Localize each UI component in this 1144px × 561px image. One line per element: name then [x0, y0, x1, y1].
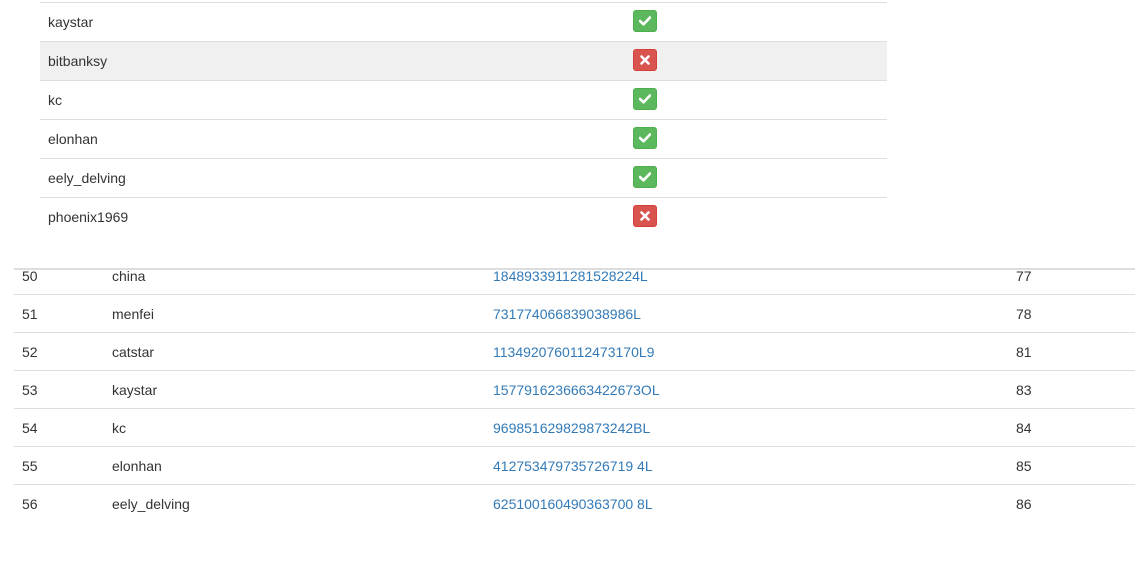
- username-cell: phoenix1969: [48, 209, 129, 225]
- status-table: kaystar bitbanksy kc elonhan eely_delvin…: [40, 2, 887, 236]
- value-cell: 77: [1016, 268, 1032, 284]
- username-cell: eely_delving: [48, 170, 126, 186]
- table-row: phoenix1969: [40, 197, 887, 236]
- index-cell: 56: [22, 496, 38, 512]
- name-cell: kc: [112, 420, 126, 436]
- id-link[interactable]: 1848933911281528224L: [493, 268, 648, 284]
- table-row: elonhan: [40, 119, 887, 158]
- index-cell: 51: [22, 306, 38, 322]
- index-cell: 53: [22, 382, 38, 398]
- table-row: eely_delving: [40, 158, 887, 197]
- name-cell: catstar: [112, 344, 155, 360]
- status-ok-button[interactable]: [633, 166, 657, 188]
- index-cell: 50: [22, 268, 38, 284]
- value-cell: 81: [1016, 344, 1032, 360]
- table-row: 55 elonhan 412753479735726719 4L 85: [14, 446, 1135, 484]
- id-link[interactable]: 625100160490363700 8L: [493, 496, 653, 512]
- name-cell: kaystar: [112, 382, 158, 398]
- index-cell: 52: [22, 344, 38, 360]
- check-icon: [639, 16, 651, 26]
- index-cell: 54: [22, 420, 38, 436]
- table-row: 50 china 1848933911281528224L 77: [14, 257, 1135, 294]
- table-row: 56 eely_delving 625100160490363700 8L 86: [14, 484, 1135, 522]
- value-cell: 84: [1016, 420, 1032, 436]
- name-cell: eely_delving: [112, 496, 190, 512]
- username-cell: elonhan: [48, 131, 98, 147]
- id-link[interactable]: 969851629829873242BL: [493, 420, 650, 436]
- status-ok-button[interactable]: [633, 88, 657, 110]
- status-ok-button[interactable]: [633, 10, 657, 32]
- check-icon: [639, 133, 651, 143]
- check-icon: [639, 172, 651, 182]
- name-cell: elonhan: [112, 458, 162, 474]
- table-row: 52 catstar 1134920760112473170L9 81: [14, 332, 1135, 370]
- check-icon: [639, 94, 651, 104]
- name-cell: menfei: [112, 306, 155, 322]
- status-fail-button[interactable]: [633, 49, 657, 71]
- value-cell: 86: [1016, 496, 1032, 512]
- id-link[interactable]: 731774066839038986L: [493, 306, 641, 322]
- index-cell: 55: [22, 458, 38, 474]
- ranking-table: 50 china 1848933911281528224L 77 51 menf…: [14, 257, 1135, 522]
- status-ok-button[interactable]: [633, 127, 657, 149]
- id-link[interactable]: 1577916236663422673OL: [493, 382, 660, 398]
- username-cell: kc: [48, 92, 62, 108]
- id-link[interactable]: 1134920760112473170L9: [493, 344, 654, 360]
- table-row: 54 kc 969851629829873242BL 84: [14, 408, 1135, 446]
- remove-icon: [640, 55, 650, 65]
- value-cell: 83: [1016, 382, 1032, 398]
- id-link[interactable]: 412753479735726719 4L: [493, 458, 653, 474]
- status-fail-button[interactable]: [633, 205, 657, 227]
- value-cell: 85: [1016, 458, 1032, 474]
- value-cell: 78: [1016, 306, 1032, 322]
- table-row: 51 menfei 731774066839038986L 78: [14, 294, 1135, 332]
- table-row: kaystar: [40, 2, 887, 41]
- remove-icon: [640, 211, 650, 221]
- name-cell: china: [112, 268, 146, 284]
- table-row: kc: [40, 80, 887, 119]
- table-row: bitbanksy: [40, 41, 887, 80]
- username-cell: kaystar: [48, 14, 94, 30]
- username-cell: bitbanksy: [48, 53, 108, 69]
- table-row: 53 kaystar 1577916236663422673OL 83: [14, 370, 1135, 408]
